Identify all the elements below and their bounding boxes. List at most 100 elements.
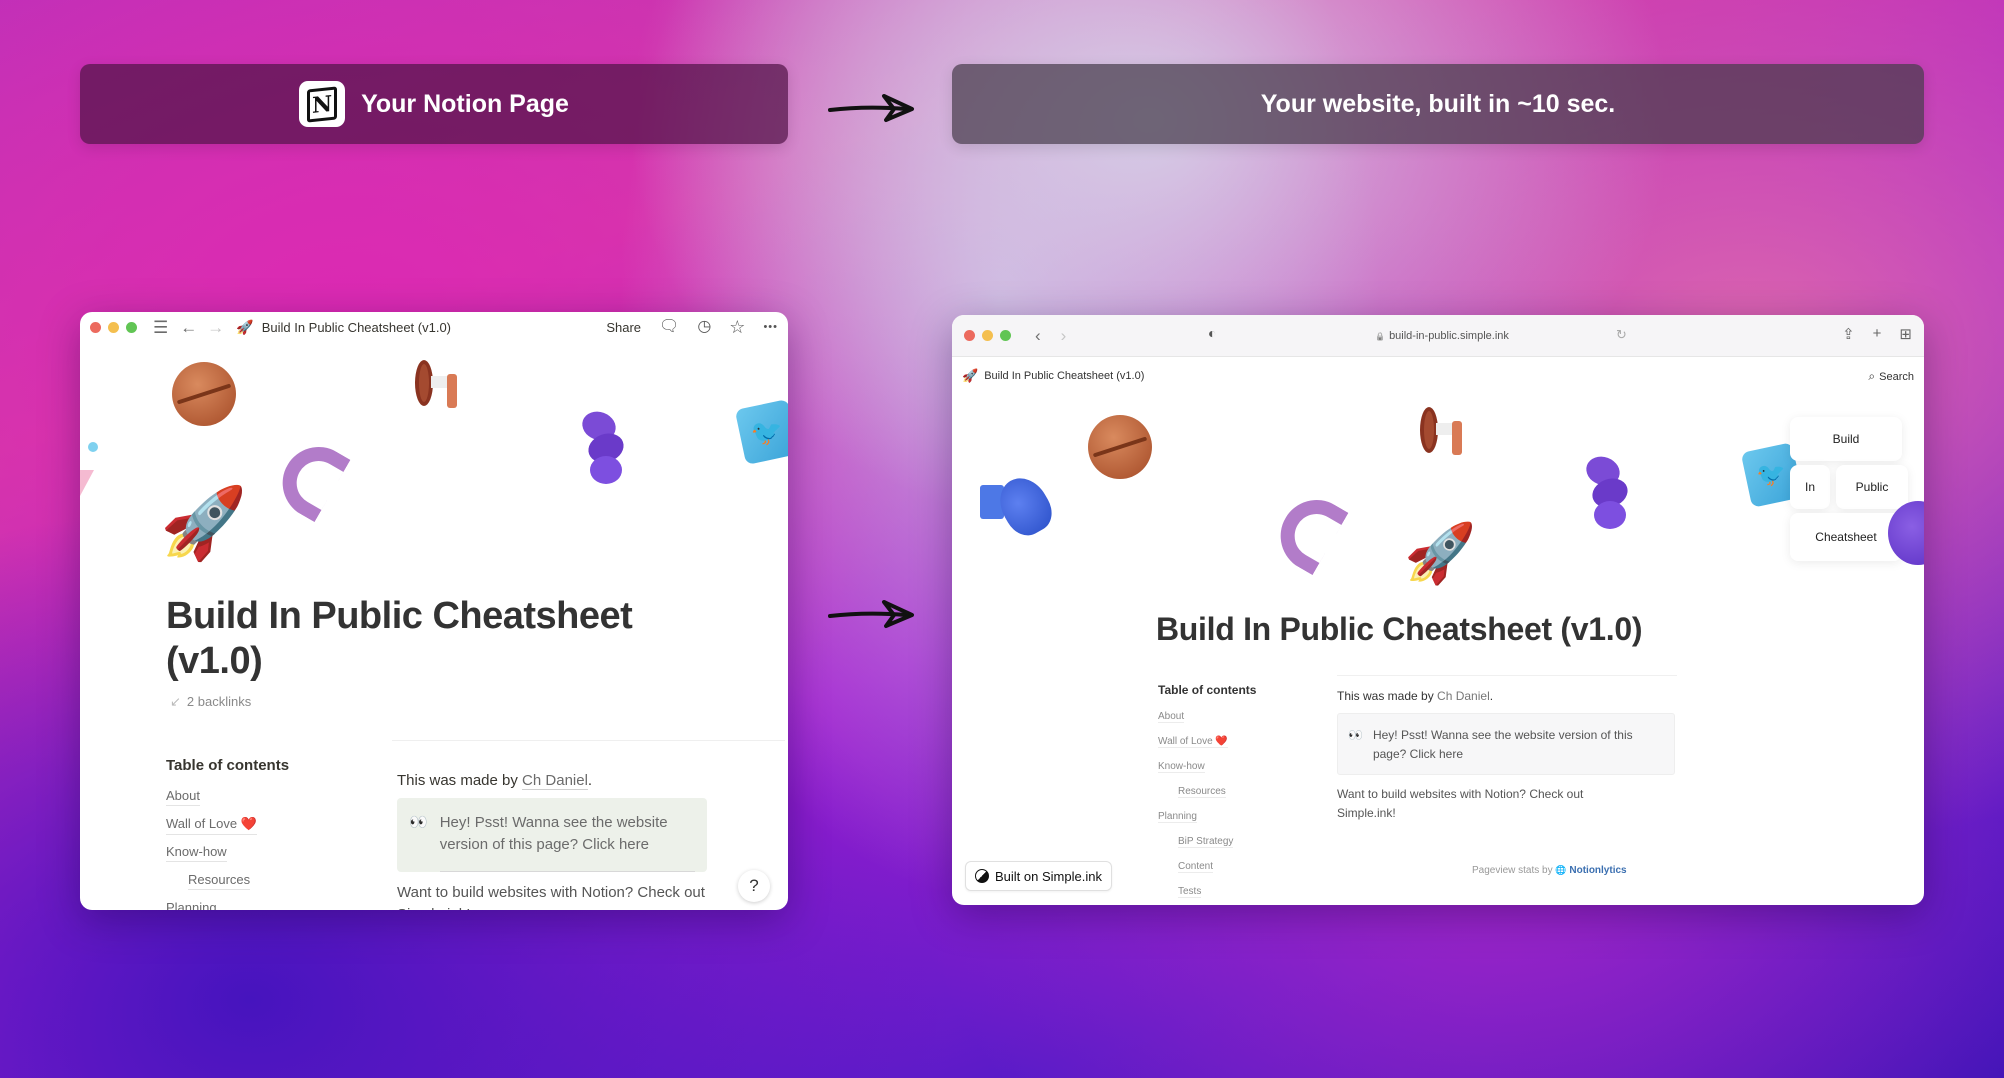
privacy-shield-icon[interactable]: ◐ [1208,325,1216,341]
banner-left-label: Your Notion Page [361,89,569,118]
word-card-in: In [1790,465,1830,509]
search-button[interactable]: ⌕ Search [1868,369,1914,384]
website-callout: 👀 Hey! Psst! Wanna see the website versi… [397,798,707,872]
backlinks-count: 2 backlinks [186,694,252,709]
simple-ink-logo-icon [975,869,989,883]
toc-item[interactable]: Planning [1158,811,1233,836]
toc-item[interactable]: Content [1158,861,1233,886]
share-button[interactable]: Share [606,320,641,335]
right-arrow-icon [826,90,918,126]
minimize-window-button[interactable] [108,321,119,333]
maximize-window-button[interactable] [1000,330,1011,341]
help-button[interactable]: ? [738,870,770,902]
history-clock-icon[interactable]: ◷ [697,319,711,335]
megaphone-illustration-icon [1420,407,1470,461]
close-window-button[interactable] [90,321,101,333]
browser-window: ‹ › ◐ 🔒 build-in-public.simple.ink ↻ ⇪ +… [952,315,1924,905]
backlinks-link[interactable]: ↙ 2 backlinks [170,694,251,710]
table-of-contents: About Wall of Love ❤️ Know-how Resources… [1158,711,1234,905]
right-arrow-icon [826,596,918,632]
page-title: Build In Public Cheatsheet (v1.0) [1156,611,1643,647]
simple-ink-link[interactable]: Want to build websites with Notion? Chec… [1337,785,1637,823]
website-version-link[interactable]: Hey! Psst! Wanna see the website version… [1373,726,1664,774]
author-link[interactable]: Ch Daniel [522,772,588,790]
more-options-icon[interactable]: ••• [763,321,778,333]
website-callout: 👀 Hey! Psst! Wanna see the website versi… [1337,713,1675,775]
address-bar[interactable]: 🔒 build-in-public.simple.ink [1242,323,1642,349]
made-by-text: This was made by Ch Daniel. [397,772,593,790]
search-icon: ⌕ [1868,368,1876,383]
simple-ink-link[interactable]: Want to build websites with Notion? Chec… [397,882,777,910]
rocket-icon: 🚀 [236,318,254,335]
eyes-icon: 👀 [409,814,428,831]
spiral-illustration-icon [1582,452,1632,531]
megaphone-illustration-icon [415,360,465,414]
site-title-link[interactable]: Build In Public Cheatsheet (v1.0) [984,370,1144,382]
notion-logo-icon: N [299,81,346,127]
sidebar-menu-icon[interactable]: ☰ [153,319,168,336]
rocket-icon: 🚀 [962,368,979,383]
table-of-contents: About Wall of Love ❤️ Know-how Resources… [166,788,257,910]
backlink-arrow-icon: ↙ [170,694,181,709]
word-card-build: Build [1790,417,1902,461]
lock-icon: 🔒 [1375,331,1386,341]
triangle-decoration-icon [80,470,94,496]
minimize-window-button[interactable] [982,330,993,341]
reload-icon[interactable]: ↻ [1616,327,1627,343]
divider [1337,675,1677,676]
page-title[interactable]: Build In Public Cheatsheet (v1.0) [166,594,686,684]
planet-illustration-icon [172,362,236,426]
toc-item[interactable]: Resources [166,872,257,900]
comment-icon[interactable]: 🗨 [659,319,679,335]
banner-right-label: Your website, built in ~10 sec. [1260,89,1616,118]
toc-item[interactable]: Wall of Love ❤️ [1158,736,1233,761]
eyes-icon: 👀 [1348,728,1363,742]
maximize-window-button[interactable] [126,321,137,333]
back-arrow-icon[interactable]: ← [180,319,197,336]
toc-item[interactable]: Resources [1158,786,1233,811]
macaroni-illustration-icon [269,433,351,523]
favorite-star-icon[interactable]: ☆ [729,318,745,336]
forward-chevron-icon[interactable]: › [1061,326,1067,346]
window-controls [90,321,137,333]
share-icon[interactable]: ⇪ [1842,325,1855,343]
twitter-cube-icon: 🐦 [734,398,788,466]
toc-heading: Table of contents [166,757,290,774]
rocket-illustration-icon: 🚀 [160,484,248,562]
tab-overview-icon[interactable]: ⊞ [1899,325,1912,343]
planet-illustration-icon [1088,415,1152,479]
toc-item[interactable]: About [1158,711,1233,736]
word-card-public: Public [1836,465,1908,509]
browser-toolbar: ‹ › ◐ 🔒 build-in-public.simple.ink ↻ ⇪ +… [952,315,1924,357]
notion-app-window: ☰ ← → 🚀 Build In Public Cheatsheet (v1.0… [80,312,788,910]
toc-item[interactable]: About [166,788,257,816]
bubble-decoration-icon [88,442,98,452]
rocket-illustration-icon: 🚀 [1404,521,1477,586]
toc-item[interactable]: Know-how [166,844,257,872]
breadcrumb-page-title[interactable]: Build In Public Cheatsheet (v1.0) [262,320,451,335]
site-header: 🚀 Build In Public Cheatsheet (v1.0) ⌕ Sea… [952,357,1924,395]
word-card-cheatsheet: Cheatsheet [1790,513,1902,561]
website-banner: Your website, built in ~10 sec. [952,64,1924,144]
pageview-stats: Pageview stats by 🌐 Notionlytics [1472,865,1627,876]
notion-titlebar: ☰ ← → 🚀 Build In Public Cheatsheet (v1.0… [80,312,788,342]
toc-item[interactable]: Know-how [1158,761,1233,786]
bell-megaphone-illustration-icon [980,469,1060,543]
notionlytics-link[interactable]: Notionlytics [1569,865,1626,876]
built-on-simple-ink-badge[interactable]: Built on Simple.ink [965,861,1112,891]
toc-item[interactable]: BiP Strategy [1158,836,1234,861]
toc-item[interactable]: Tests [1158,886,1233,905]
author-link[interactable]: Ch Daniel [1437,689,1490,703]
toc-item[interactable]: Planning [166,900,257,910]
new-tab-icon[interactable]: + [1873,325,1882,343]
spiral-illustration-icon [578,407,628,486]
back-chevron-icon[interactable]: ‹ [1035,326,1041,346]
website-version-link[interactable]: Hey! Psst! Wanna see the website version… [439,812,695,872]
toc-item[interactable]: Wall of Love ❤️ [166,816,257,844]
window-controls [964,330,1011,341]
forward-arrow-icon[interactable]: → [207,319,224,336]
close-window-button[interactable] [964,330,975,341]
divider [392,740,785,741]
url-text: build-in-public.simple.ink [1389,330,1509,342]
macaroni-illustration-icon [1267,486,1349,576]
